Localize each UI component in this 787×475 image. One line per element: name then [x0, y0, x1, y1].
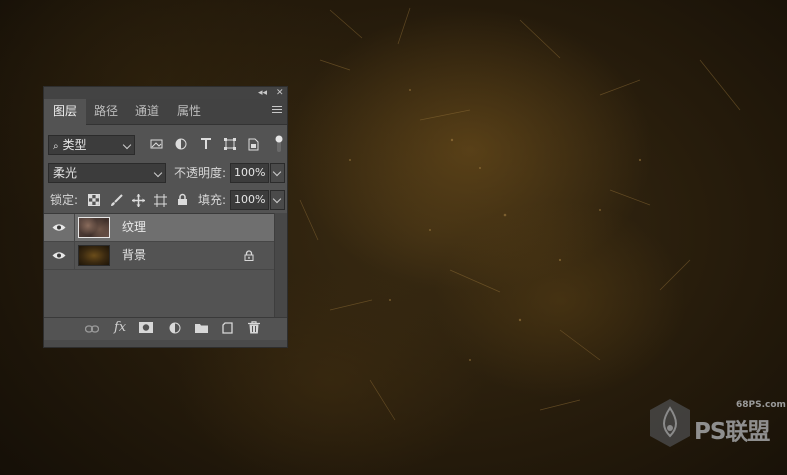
layer-thumbnail[interactable] [78, 217, 110, 238]
image-filter-icon[interactable] [150, 138, 163, 150]
lock-position-icon[interactable] [132, 194, 145, 207]
filter-type-select[interactable]: ⌕ 类型 [48, 135, 135, 155]
type-filter-icon[interactable] [200, 138, 212, 150]
search-icon: ⌕ [53, 141, 59, 152]
lock-icon[interactable] [244, 250, 254, 261]
visibility-toggle[interactable] [44, 242, 75, 269]
add-mask-icon[interactable] [139, 322, 153, 333]
watermark: 68PS.com PS联盟 [648, 396, 786, 456]
tab-paths[interactable]: 路径 [86, 99, 126, 124]
collapse-panel-icon[interactable]: ◂◂ [258, 87, 267, 99]
lock-transparent-pixels-icon[interactable] [88, 194, 100, 206]
smart-object-filter-icon[interactable] [248, 138, 259, 151]
lock-all-icon[interactable] [177, 193, 188, 206]
fill-dropdown-button[interactable] [270, 190, 285, 210]
tab-channels[interactable]: 通道 [126, 99, 168, 124]
layer-list-scrollbar[interactable] [274, 213, 287, 317]
layer-row-background[interactable]: 背景 [44, 242, 274, 270]
panel-resize-handle[interactable] [44, 340, 287, 347]
tab-layers[interactable]: 图层 [44, 99, 86, 125]
new-adjustment-layer-icon[interactable] [169, 322, 181, 334]
panel-title-bar[interactable]: ◂◂ ✕ [44, 87, 287, 99]
chevron-down-icon [122, 140, 132, 150]
chevron-down-icon [153, 168, 163, 178]
layers-bottom-toolbar: fx [44, 317, 287, 340]
chevron-down-icon [272, 194, 282, 204]
blend-mode-select[interactable]: 柔光 [48, 163, 166, 183]
panel-tabs: 图层 路径 通道 属性 [44, 99, 287, 125]
new-layer-icon[interactable] [222, 322, 233, 334]
layer-thumbnail[interactable] [78, 245, 110, 266]
adjustment-filter-icon[interactable] [175, 138, 187, 150]
blend-mode-value: 柔光 [53, 166, 78, 180]
fill-input[interactable]: 100% [230, 190, 269, 210]
filter-toggle-switch[interactable] [274, 134, 284, 154]
lock-label: 锁定: [50, 193, 79, 207]
layer-list: 纹理 背景 [44, 213, 274, 318]
eye-icon [52, 224, 66, 231]
layers-panel: ◂◂ ✕ 图层 路径 通道 属性 ⌕ 类型 柔光 不透明度: 100% 锁定: … [43, 86, 288, 348]
lock-artboard-icon[interactable] [154, 194, 167, 207]
opacity-label: 不透明度: [174, 166, 227, 180]
eye-icon [52, 252, 66, 259]
opacity-dropdown-button[interactable] [270, 163, 285, 183]
layer-row-texture[interactable]: 纹理 [44, 214, 274, 242]
lock-image-pixels-icon[interactable] [110, 194, 123, 207]
visibility-toggle[interactable] [44, 214, 75, 241]
watermark-text: PS联盟 [694, 419, 770, 445]
lock-row: 锁定: 填充: 100% [44, 189, 287, 211]
layer-name[interactable]: 背景 [122, 242, 146, 269]
fill-label: 填充: [198, 193, 227, 207]
layer-name[interactable]: 纹理 [122, 214, 146, 241]
watermark-url: 68PS.com [736, 400, 786, 410]
opacity-input[interactable]: 100% [230, 163, 269, 183]
panel-menu-icon[interactable] [272, 106, 282, 115]
filter-type-label: 类型 [62, 138, 87, 152]
filter-row: ⌕ 类型 [44, 134, 287, 156]
chevron-down-icon [272, 167, 282, 177]
close-panel-icon[interactable]: ✕ [276, 87, 284, 99]
new-group-icon[interactable] [195, 323, 208, 333]
link-layers-icon[interactable] [85, 325, 99, 333]
fx-icon[interactable]: fx [114, 321, 126, 335]
tab-properties[interactable]: 属性 [168, 99, 210, 124]
blend-row: 柔光 不透明度: 100% [44, 162, 287, 184]
shape-filter-icon[interactable] [224, 138, 236, 150]
delete-layer-icon[interactable] [248, 321, 260, 334]
watermark-logo-icon [650, 399, 690, 447]
